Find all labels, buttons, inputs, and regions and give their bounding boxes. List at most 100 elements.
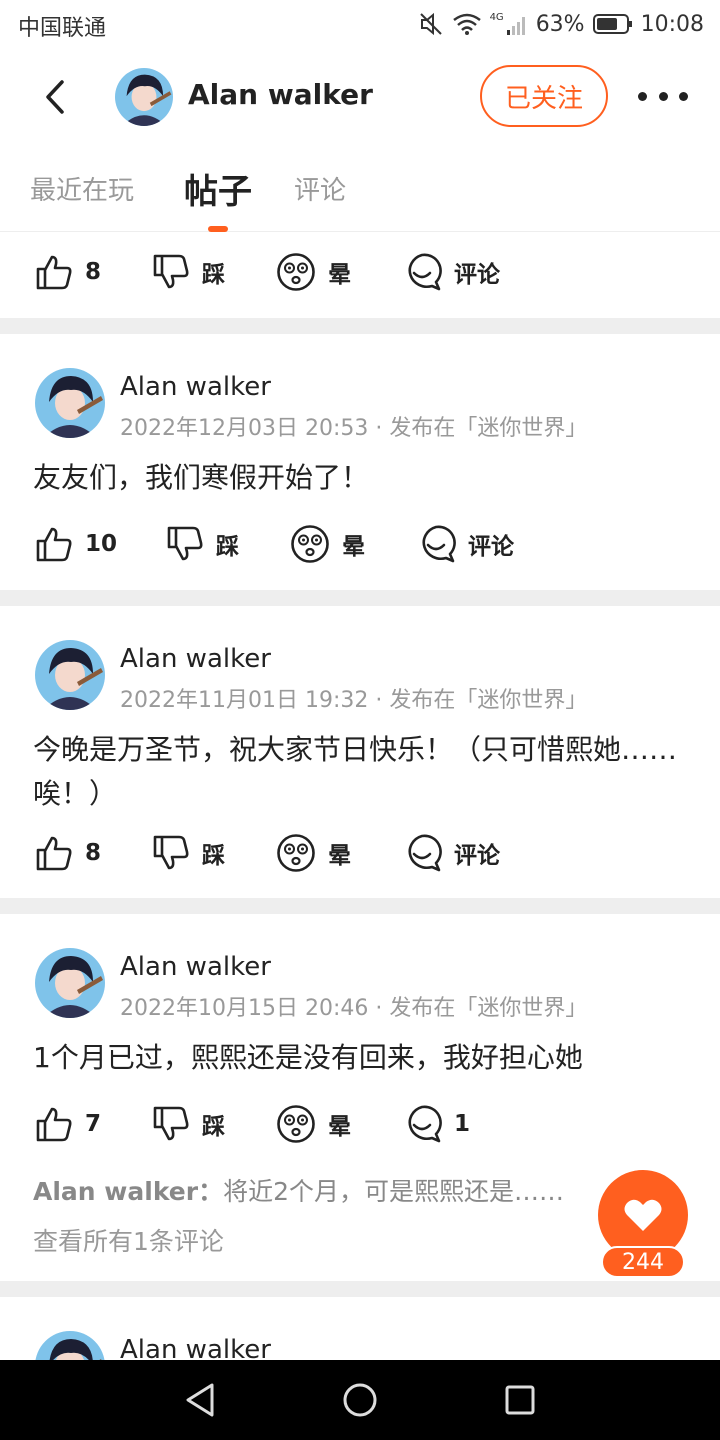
like-button[interactable]: 8: [35, 242, 101, 302]
post-content[interactable]: 友友们，我们寒假开始了！: [33, 456, 688, 500]
nav-back-button[interactable]: [178, 1378, 222, 1422]
comment-count: 评论: [454, 843, 500, 869]
tab-recently-played[interactable]: 最近在玩: [30, 170, 134, 207]
avatar[interactable]: [35, 1331, 105, 1360]
avatar[interactable]: [115, 68, 173, 126]
post-author[interactable]: Alan walker: [120, 952, 271, 982]
clock: 10:08: [640, 11, 704, 37]
post-actions: 10 踩 晕 评论: [0, 514, 720, 574]
dislike-label: 踩: [202, 843, 225, 869]
thumbs-down-icon: [167, 526, 203, 561]
tab-comments[interactable]: 评论: [294, 170, 346, 207]
back-triangle-icon: [186, 1383, 214, 1417]
dizzy-button[interactable]: 晕: [276, 1094, 351, 1154]
dizzy-button[interactable]: 晕: [276, 242, 351, 302]
post-author[interactable]: Alan walker: [120, 372, 271, 402]
recents-square-icon: [505, 1385, 535, 1415]
comment-icon: [408, 834, 442, 872]
profile-name: Alan walker: [188, 78, 373, 111]
dizzy-label: 晕: [328, 262, 351, 288]
like-count: 7: [85, 1111, 102, 1137]
signal-icon: 4G: [490, 12, 528, 36]
dislike-label: 踩: [216, 534, 239, 560]
comment-preview-author[interactable]: Alan walker：: [33, 1177, 223, 1206]
like-button[interactable]: 10: [35, 514, 117, 574]
comment-icon: [422, 525, 456, 563]
dislike-button[interactable]: 踩: [152, 823, 225, 883]
back-button[interactable]: [30, 72, 80, 122]
post-actions: 8 踩 晕 评论: [0, 823, 720, 883]
like-button[interactable]: 8: [35, 823, 101, 883]
thumbs-up-icon: [36, 836, 72, 871]
follow-button[interactable]: 已关注: [480, 65, 608, 127]
system-nav-bar: [0, 1360, 720, 1440]
carrier-label: 中国联通: [18, 16, 107, 41]
like-count: 8: [85, 840, 102, 866]
comment-button[interactable]: 1: [402, 1094, 470, 1154]
like-button[interactable]: 7: [35, 1094, 101, 1154]
post-meta: 2022年12月03日 20:53 · 发布在「迷你世界」: [120, 416, 588, 441]
thumbs-up-icon: [36, 1107, 72, 1142]
post-card[interactable]: Alan walker: [0, 1297, 720, 1360]
more-icon[interactable]: [638, 80, 688, 112]
thumbs-down-icon: [153, 254, 189, 289]
dizzy-label: 晕: [328, 1114, 351, 1140]
comment-count: 评论: [468, 534, 514, 560]
battery-percent: 63%: [535, 11, 585, 37]
view-all-comments-link[interactable]: 查看所有1条评论: [33, 1222, 224, 1258]
dizzy-face-icon: [277, 253, 315, 291]
dizzy-label: 晕: [342, 534, 365, 560]
avatar[interactable]: [35, 948, 105, 1018]
divider: [0, 318, 720, 334]
battery-icon: [592, 13, 633, 35]
like-count: 8: [85, 259, 102, 285]
dislike-button[interactable]: 踩: [152, 1094, 225, 1154]
post-actions: 8 踩 晕 评论: [0, 242, 720, 302]
dizzy-face-icon: [277, 1105, 315, 1143]
post-actions: 7 踩 晕 1: [0, 1094, 720, 1154]
mute-icon: [418, 11, 444, 37]
dizzy-face-icon: [291, 525, 329, 563]
thumbs-up-icon: [36, 527, 72, 562]
post-source[interactable]: 发布在「迷你世界」: [389, 996, 587, 1021]
like-fab-count: 244: [601, 1246, 685, 1278]
heart-icon: [624, 1199, 662, 1231]
post-card[interactable]: Alan walker 2022年12月03日 20:53 · 发布在「迷你世界…: [0, 334, 720, 590]
avatar[interactable]: [35, 368, 105, 438]
dizzy-button[interactable]: 晕: [276, 823, 351, 883]
divider: [0, 898, 720, 914]
dislike-button[interactable]: 踩: [152, 242, 225, 302]
post-card[interactable]: Alan walker 2022年11月01日 19:32 · 发布在「迷你世界…: [0, 606, 720, 898]
dislike-label: 踩: [202, 262, 225, 288]
post-author[interactable]: Alan walker: [120, 1335, 271, 1360]
comment-button[interactable]: 评论: [402, 823, 500, 883]
comment-button[interactable]: 评论: [402, 242, 500, 302]
post-date: 2022年12月03日 20:53: [120, 416, 369, 441]
network-type: 4G: [489, 12, 504, 23]
comment-preview[interactable]: Alan walker：将近2个月，可是熙熙还是……: [33, 1172, 564, 1208]
profile-tabs: 最近在玩 帖子 评论: [0, 142, 720, 232]
tab-posts[interactable]: 帖子: [184, 164, 252, 213]
like-fab[interactable]: 244: [598, 1170, 688, 1278]
like-count: 10: [85, 531, 118, 557]
avatar[interactable]: [35, 640, 105, 710]
comment-icon: [408, 1105, 442, 1143]
comment-button[interactable]: 评论: [416, 514, 514, 574]
post-meta: 2022年11月01日 19:32 · 发布在「迷你世界」: [120, 688, 588, 713]
nav-home-button[interactable]: [338, 1378, 382, 1422]
profile-header: Alan walker 已关注: [0, 50, 720, 142]
post-source[interactable]: 发布在「迷你世界」: [389, 416, 587, 441]
post-content[interactable]: 1个月已过，熙熙还是没有回来，我好担心她: [33, 1036, 688, 1080]
dizzy-button[interactable]: 晕: [290, 514, 365, 574]
comment-preview-text: 将近2个月，可是熙熙还是……: [223, 1177, 564, 1206]
post-meta: 2022年10月15日 20:46 · 发布在「迷你世界」: [120, 996, 588, 1021]
nav-recents-button[interactable]: [498, 1378, 542, 1422]
dislike-label: 踩: [202, 1114, 225, 1140]
post-date: 2022年10月15日 20:46: [120, 996, 369, 1021]
comment-label: 评论: [454, 262, 500, 288]
post-source[interactable]: 发布在「迷你世界」: [389, 688, 587, 713]
dislike-button[interactable]: 踩: [166, 514, 239, 574]
post-author[interactable]: Alan walker: [120, 644, 271, 674]
divider: [0, 590, 720, 606]
post-content[interactable]: 今晚是万圣节，祝大家节日快乐！（只可惜熙她……唉！）: [33, 728, 688, 816]
